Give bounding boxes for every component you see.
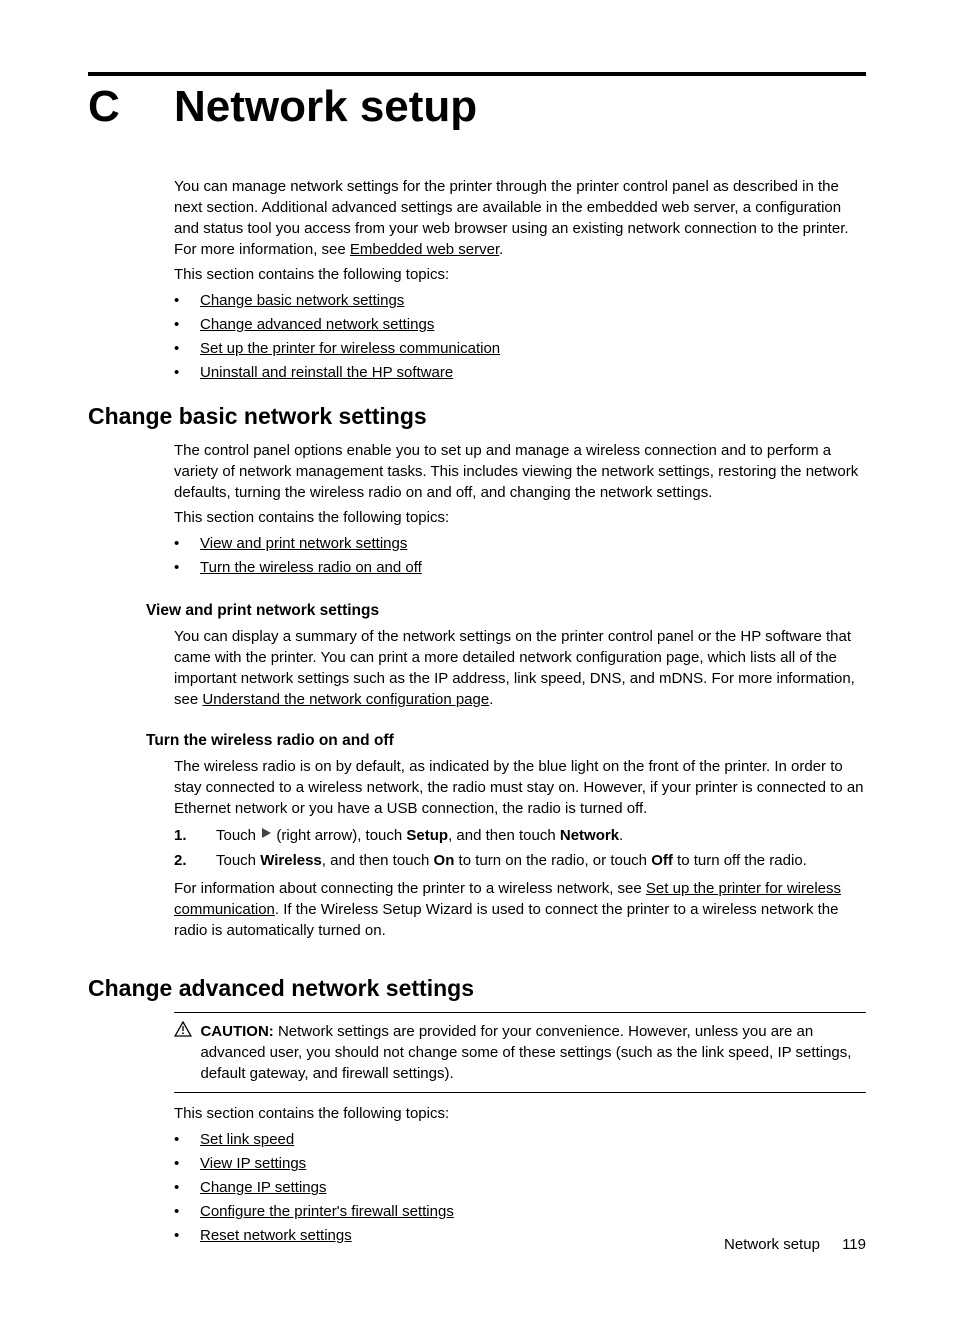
step-item: 2. Touch Wireless, and then touch On to … — [216, 850, 866, 873]
radio-heading: Turn the wireless radio on and off — [146, 732, 866, 750]
topic-item: Configure the printer's firewall setting… — [200, 1200, 866, 1224]
chapter-top-rule — [88, 72, 866, 76]
step2-text-b: , and then touch — [322, 852, 434, 869]
configure-firewall-link[interactable]: Configure the printer's firewall setting… — [200, 1203, 454, 1220]
intro-topics-list: Change basic network settings Change adv… — [174, 289, 866, 385]
step1-setup: Setup — [406, 827, 448, 844]
step2-wireless: Wireless — [260, 852, 322, 869]
radio-body: The wireless radio is on by default, as … — [174, 756, 866, 941]
viewprint-block: View and print network settings — [146, 602, 866, 620]
uninstall-reinstall-link[interactable]: Uninstall and reinstall the HP software — [200, 364, 453, 381]
intro-paragraph: You can manage network settings for the … — [174, 176, 866, 260]
step1-text-b: (right arrow), touch — [272, 827, 406, 844]
step2-text-d: to turn off the radio. — [673, 852, 807, 869]
view-print-link[interactable]: View and print network settings — [200, 535, 407, 552]
topic-item: Set up the printer for wireless communic… — [200, 337, 866, 361]
set-link-speed-link[interactable]: Set link speed — [200, 1131, 294, 1148]
intro-topics-label: This section contains the following topi… — [174, 264, 866, 285]
intro-block: You can manage network settings for the … — [174, 176, 866, 385]
viewprint-paragraph: You can display a summary of the network… — [174, 626, 866, 710]
reset-network-link[interactable]: Reset network settings — [200, 1227, 352, 1244]
advanced-topics-label: This section contains the following topi… — [174, 1103, 866, 1124]
viewprint-text-b: . — [489, 691, 493, 708]
step1-text-d: . — [619, 827, 623, 844]
step2-text-c: to turn on the radio, or touch — [454, 852, 651, 869]
step2-on: On — [434, 852, 455, 869]
chapter-header: C Network setup — [88, 82, 866, 132]
step-item: 1. Touch (right arrow), touch Setup, and… — [216, 825, 866, 848]
intro-text-b: . — [499, 241, 503, 258]
chapter-letter: C — [88, 82, 174, 132]
advanced-topics-list: Set link speed View IP settings Change I… — [174, 1128, 866, 1248]
topic-item: Turn the wireless radio on and off — [200, 556, 866, 580]
caution-box: CAUTION: Network settings are provided f… — [174, 1012, 866, 1093]
basic-heading: Change basic network settings — [88, 403, 866, 430]
turn-radio-link[interactable]: Turn the wireless radio on and off — [200, 559, 422, 576]
topic-item: Set link speed — [200, 1128, 866, 1152]
basic-paragraph-1: The control panel options enable you to … — [174, 440, 866, 503]
view-ip-link[interactable]: View IP settings — [200, 1155, 306, 1172]
advanced-heading: Change advanced network settings — [88, 975, 866, 1002]
topic-item: Change IP settings — [200, 1176, 866, 1200]
change-ip-link[interactable]: Change IP settings — [200, 1179, 326, 1196]
viewprint-heading: View and print network settings — [146, 602, 866, 620]
radio-block: Turn the wireless radio on and off — [146, 732, 866, 750]
basic-topics-list: View and print network settings Turn the… — [174, 532, 866, 580]
page-footer: Network setup 119 — [724, 1236, 866, 1253]
intro-text-a: You can manage network settings for the … — [174, 178, 849, 258]
footer-label: Network setup — [724, 1236, 820, 1253]
radio-p2-text-a: For information about connecting the pri… — [174, 880, 646, 897]
basic-block: The control panel options enable you to … — [174, 440, 866, 580]
caution-body: Network settings are provided for your c… — [200, 1023, 851, 1082]
step-number: 2. — [174, 850, 187, 873]
chapter-title: Network setup — [174, 82, 477, 132]
advanced-block: CAUTION: Network settings are provided f… — [174, 1012, 866, 1248]
radio-paragraph-1: The wireless radio is on by default, as … — [174, 756, 866, 819]
change-basic-link[interactable]: Change basic network settings — [200, 292, 404, 309]
embedded-web-server-link[interactable]: Embedded web server — [350, 241, 499, 258]
topic-item: Uninstall and reinstall the HP software — [200, 361, 866, 385]
radio-paragraph-2: For information about connecting the pri… — [174, 878, 866, 941]
caution-text: CAUTION: Network settings are provided f… — [200, 1021, 864, 1084]
topic-item: View and print network settings — [200, 532, 866, 556]
topic-item: Change advanced network settings — [200, 313, 866, 337]
step-number: 1. — [174, 825, 187, 848]
change-advanced-link[interactable]: Change advanced network settings — [200, 316, 434, 333]
right-arrow-icon — [260, 824, 272, 847]
step1-text-c: , and then touch — [448, 827, 560, 844]
radio-steps: 1. Touch (right arrow), touch Setup, and… — [174, 825, 866, 872]
basic-topics-label: This section contains the following topi… — [174, 507, 866, 528]
topic-item: Change basic network settings — [200, 289, 866, 313]
setup-wireless-link[interactable]: Set up the printer for wireless communic… — [200, 340, 500, 357]
step2-text-a: Touch — [216, 852, 260, 869]
step2-off: Off — [651, 852, 673, 869]
page-number: 119 — [842, 1236, 866, 1253]
caution-icon — [174, 1021, 196, 1042]
understand-config-link[interactable]: Understand the network configuration pag… — [202, 691, 489, 708]
step1-text-a: Touch — [216, 827, 260, 844]
step1-network: Network — [560, 827, 619, 844]
caution-label: CAUTION: — [200, 1023, 273, 1040]
viewprint-body: You can display a summary of the network… — [174, 626, 866, 710]
topic-item: View IP settings — [200, 1152, 866, 1176]
